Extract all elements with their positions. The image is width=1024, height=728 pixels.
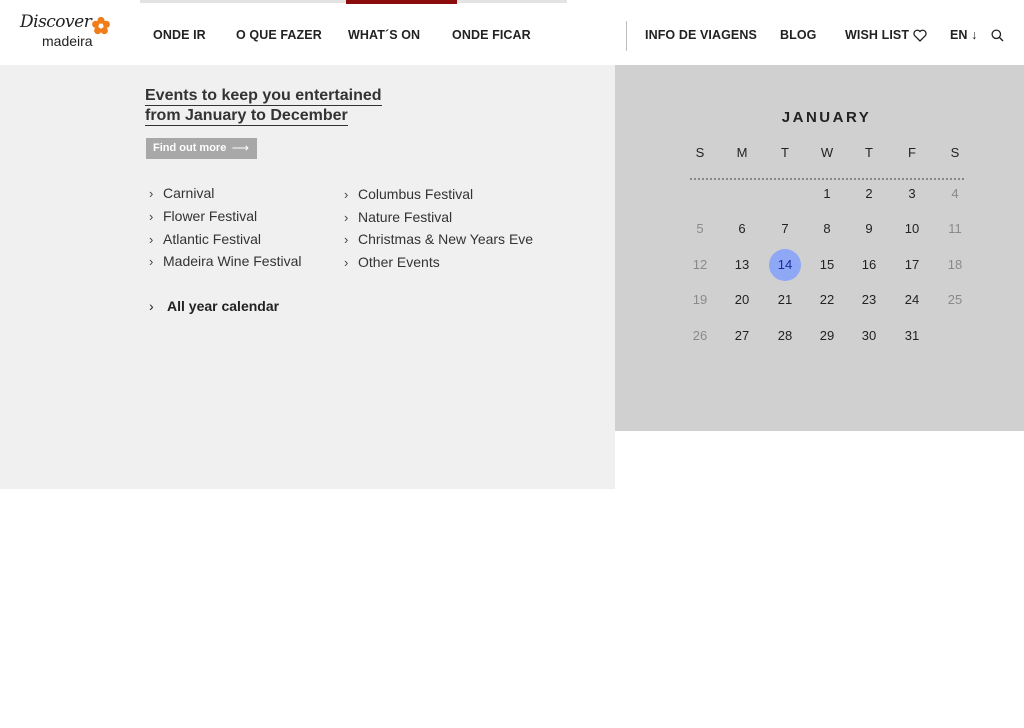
weekday-header: M bbox=[736, 145, 748, 160]
event-link-carnival[interactable]: › Carnival bbox=[149, 185, 214, 201]
nav-active-indicator bbox=[346, 0, 457, 4]
weekday-header: T bbox=[781, 145, 789, 160]
calendar-day[interactable]: 2 bbox=[853, 178, 885, 210]
events-dropdown-panel: Events to keep you entertained from Janu… bbox=[0, 65, 615, 489]
headline-line-1: Events to keep you entertained bbox=[145, 87, 382, 106]
flower-icon bbox=[92, 16, 110, 35]
chevron-right-icon: › bbox=[344, 210, 349, 225]
event-link-label: Columbus Festival bbox=[358, 186, 474, 202]
calendar-day[interactable]: 24 bbox=[896, 284, 928, 316]
logo-text-madeira: madeira bbox=[42, 33, 93, 49]
event-link-madeira-wine-festival[interactable]: › Madeira Wine Festival bbox=[149, 253, 302, 269]
event-link-flower-festival[interactable]: › Flower Festival bbox=[149, 208, 257, 224]
calendar-day[interactable]: 30 bbox=[853, 320, 885, 352]
calendar-day[interactable]: 22 bbox=[811, 284, 843, 316]
chevron-right-icon: › bbox=[344, 187, 349, 202]
calendar-day[interactable]: 31 bbox=[896, 320, 928, 352]
chevron-right-icon: › bbox=[344, 255, 349, 270]
nav-blog[interactable]: BLOG bbox=[780, 28, 817, 42]
calendar-day[interactable]: 27 bbox=[726, 320, 758, 352]
chevron-right-icon: › bbox=[149, 232, 154, 247]
calendar-day[interactable]: 26 bbox=[684, 320, 716, 352]
calendar-day[interactable]: 28 bbox=[769, 320, 801, 352]
chevron-right-icon: › bbox=[149, 186, 154, 201]
calendar-day[interactable]: 25 bbox=[939, 284, 971, 316]
event-link-label: Christmas & New Years Eve bbox=[358, 231, 534, 247]
weekday-header: S bbox=[950, 145, 960, 160]
calendar-day[interactable]: 4 bbox=[939, 178, 971, 210]
language-selector[interactable]: EN ↓ bbox=[950, 28, 978, 42]
calendar-day[interactable]: 18 bbox=[939, 249, 971, 281]
nav-info-de-viagens[interactable]: INFO DE VIAGENS bbox=[645, 28, 757, 42]
calendar-day[interactable]: 15 bbox=[811, 249, 843, 281]
chevron-right-icon: › bbox=[149, 209, 154, 224]
nav-onde-ir[interactable]: ONDE IR bbox=[153, 28, 206, 42]
calendar-day[interactable]: 13 bbox=[726, 249, 758, 281]
discover-madeira-logo[interactable]: Discover madeira bbox=[18, 12, 114, 52]
find-out-more-button[interactable]: Find out more ⟶ bbox=[146, 138, 257, 159]
events-headline[interactable]: Events to keep you entertained from Janu… bbox=[145, 86, 382, 126]
nav-divider bbox=[626, 21, 627, 51]
calendar-day-today[interactable]: 14 bbox=[769, 249, 801, 281]
event-link-nature-festival[interactable]: › Nature Festival bbox=[344, 209, 452, 225]
all-year-calendar-label: All year calendar bbox=[167, 298, 280, 314]
event-link-label: Atlantic Festival bbox=[163, 231, 262, 247]
weekday-header: T bbox=[865, 145, 873, 160]
calendar-day[interactable]: 23 bbox=[853, 284, 885, 316]
nav-whats-on[interactable]: WHAT´S ON bbox=[348, 28, 420, 42]
find-out-more-label: Find out more bbox=[153, 142, 227, 154]
calendar-day[interactable]: 12 bbox=[684, 249, 716, 281]
event-link-other-events[interactable]: › Other Events bbox=[344, 254, 440, 270]
event-link-atlantic-festival[interactable]: › Atlantic Festival bbox=[149, 231, 261, 247]
nav-o-que-fazer[interactable]: O QUE FAZER bbox=[236, 28, 322, 42]
calendar-day[interactable]: 10 bbox=[896, 213, 928, 245]
chevron-right-icon: › bbox=[149, 254, 154, 269]
nav-wish-list[interactable]: WISH LIST bbox=[845, 28, 927, 42]
weekday-header: S bbox=[695, 145, 705, 160]
event-link-columbus-festival[interactable]: › Columbus Festival bbox=[344, 186, 473, 202]
search-icon[interactable] bbox=[991, 29, 1004, 42]
wish-list-label: WISH LIST bbox=[845, 28, 910, 42]
event-link-label: Carnival bbox=[163, 185, 215, 201]
logo-text-discover: Discover bbox=[20, 12, 92, 32]
nav-onde-ficar[interactable]: ONDE FICAR bbox=[452, 28, 531, 42]
calendar-month-title: JANUARY bbox=[781, 109, 872, 126]
event-link-label: Other Events bbox=[358, 254, 440, 270]
chevron-right-icon: › bbox=[149, 298, 154, 314]
weekday-header: F bbox=[908, 145, 916, 160]
event-link-label: Madeira Wine Festival bbox=[163, 253, 302, 269]
calendar-day[interactable]: 3 bbox=[896, 178, 928, 210]
calendar-day[interactable]: 9 bbox=[853, 213, 885, 245]
calendar-day[interactable]: 20 bbox=[726, 284, 758, 316]
calendar-day[interactable]: 17 bbox=[896, 249, 928, 281]
calendar-day[interactable]: 5 bbox=[684, 213, 716, 245]
calendar-day[interactable]: 8 bbox=[811, 213, 843, 245]
headline-line-2: from January to December bbox=[145, 107, 348, 126]
calendar-day[interactable]: 21 bbox=[769, 284, 801, 316]
calendar-dotted-divider bbox=[690, 178, 964, 180]
calendar-panel: JANUARY S M T W T F S 1 2 3 4 5 6 7 8 9 10 11 12 13 14 15 16 17… bbox=[615, 65, 1024, 431]
event-link-christmas-new-years-eve[interactable]: › Christmas & New Years Eve bbox=[344, 231, 533, 247]
event-link-label: Nature Festival bbox=[358, 209, 453, 225]
all-year-calendar-link[interactable]: › All year calendar bbox=[149, 298, 279, 314]
event-link-label: Flower Festival bbox=[163, 208, 258, 224]
calendar-day[interactable]: 1 bbox=[811, 178, 843, 210]
calendar-day[interactable]: 19 bbox=[684, 284, 716, 316]
calendar-day[interactable]: 16 bbox=[853, 249, 885, 281]
arrow-right-icon: ⟶ bbox=[231, 141, 249, 155]
chevron-right-icon: › bbox=[344, 232, 349, 247]
calendar-day[interactable]: 7 bbox=[769, 213, 801, 245]
weekday-header: W bbox=[820, 145, 834, 160]
heart-icon bbox=[913, 29, 927, 42]
calendar-day[interactable]: 11 bbox=[939, 213, 971, 245]
calendar-day[interactable]: 29 bbox=[811, 320, 843, 352]
site-header: Discover madeira ONDE IR O QUE FAZER WHA… bbox=[0, 0, 1024, 65]
calendar-day[interactable]: 6 bbox=[726, 213, 758, 245]
